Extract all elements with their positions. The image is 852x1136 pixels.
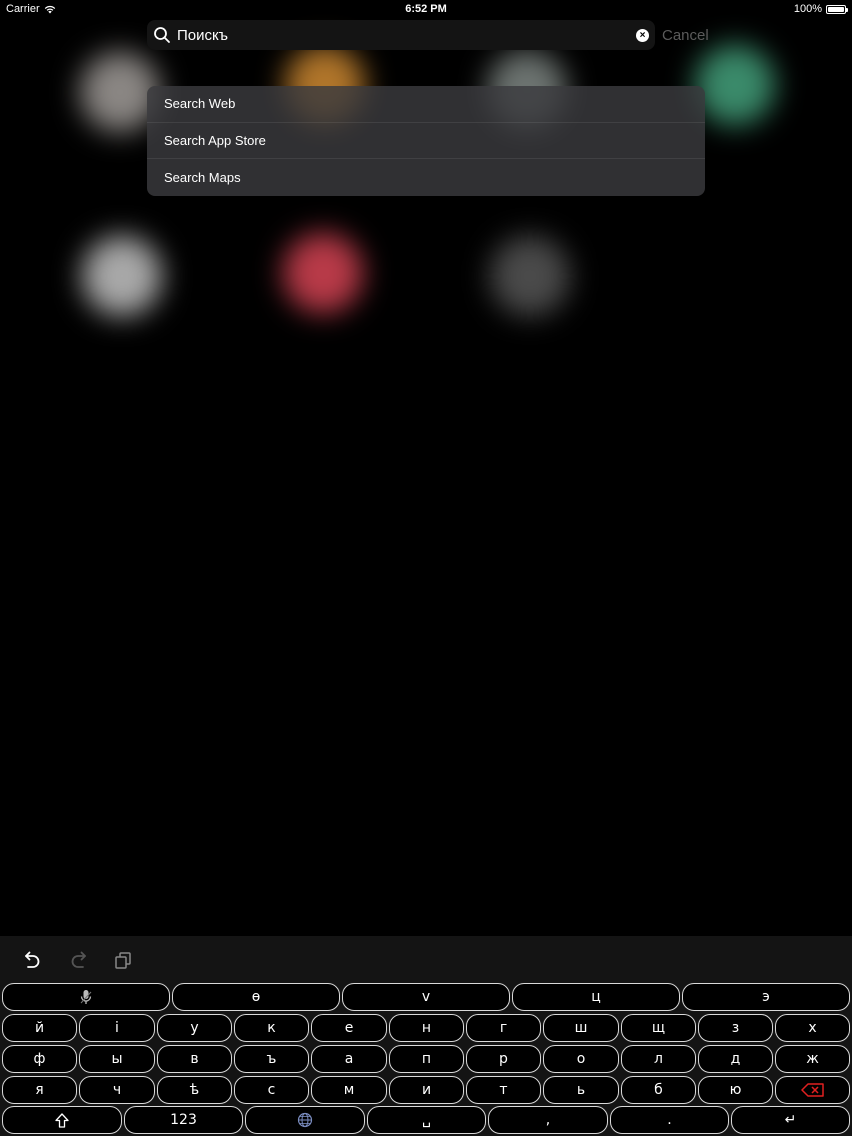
key-letter[interactable]: й (2, 1014, 77, 1042)
key-letter[interactable]: ж (775, 1045, 850, 1073)
key-letter[interactable]: а (311, 1045, 387, 1073)
key-letter[interactable]: л (621, 1045, 696, 1073)
return-key[interactable]: ↵ (731, 1106, 850, 1134)
key-letter[interactable]: к (234, 1014, 309, 1042)
search-input[interactable] (177, 24, 607, 46)
key-letter[interactable]: н (389, 1014, 464, 1042)
shift-key[interactable] (2, 1106, 122, 1134)
key-letter[interactable]: д (698, 1045, 773, 1073)
keyboard-toolbar (0, 936, 852, 982)
status-time: 6:52 PM (405, 3, 447, 15)
blurred-app-icon (283, 233, 363, 313)
suggestion-search-web[interactable]: Search Web (147, 86, 705, 123)
delete-key[interactable] (775, 1076, 850, 1104)
suggestion-search-maps[interactable]: Search Maps (147, 159, 705, 196)
globe-key[interactable] (245, 1106, 365, 1134)
key-letter[interactable]: ы (79, 1045, 155, 1073)
key-letter[interactable]: з (698, 1014, 773, 1042)
key-letter[interactable]: и (389, 1076, 464, 1104)
key-letter[interactable]: ф (2, 1045, 77, 1073)
status-right: 100% (793, 3, 848, 15)
globe-icon (297, 1112, 313, 1128)
undo-icon[interactable] (22, 950, 44, 970)
key-letter[interactable]: с (234, 1076, 309, 1104)
key-letter[interactable]: ѣ (157, 1076, 232, 1104)
battery-percent: 100% (793, 3, 822, 15)
key-letter[interactable]: ч (79, 1076, 155, 1104)
period-key[interactable]: . (610, 1106, 729, 1134)
battery-fill (828, 6, 844, 12)
key-letter[interactable]: ш (543, 1014, 619, 1042)
keyboard: ө v ц э й і у к е н г ш щ з х ф ы в ъ а … (0, 936, 852, 1136)
key-letter[interactable]: ю (698, 1076, 773, 1104)
key-letter[interactable]: і (79, 1014, 155, 1042)
key-letter[interactable]: щ (621, 1014, 696, 1042)
key-letter[interactable]: в (157, 1045, 232, 1073)
clear-icon[interactable]: × (636, 29, 649, 42)
search-icon (154, 27, 170, 43)
shift-icon (55, 1112, 69, 1128)
numbers-key[interactable]: 123 (124, 1106, 243, 1134)
key-letter[interactable]: б (621, 1076, 696, 1104)
key-letter[interactable]: п (389, 1045, 464, 1073)
search-bar[interactable]: × (147, 20, 655, 50)
key-letter[interactable]: г (466, 1014, 541, 1042)
key-letter[interactable]: я (2, 1076, 77, 1104)
blurred-app-icon (695, 45, 775, 125)
key-letter[interactable]: ө (172, 983, 340, 1011)
key-letter[interactable]: м (311, 1076, 387, 1104)
key-letter[interactable]: о (543, 1045, 619, 1073)
blurred-app-icon (490, 236, 570, 316)
space-key[interactable]: ␣ (367, 1106, 486, 1134)
key-letter[interactable]: х (775, 1014, 850, 1042)
key-letter[interactable]: ь (543, 1076, 619, 1104)
cancel-button[interactable]: Cancel (662, 27, 709, 44)
key-letter[interactable]: р (466, 1045, 541, 1073)
microphone-icon (80, 990, 92, 1004)
microphone-key[interactable] (2, 983, 170, 1011)
redo-icon[interactable] (67, 950, 89, 970)
comma-key[interactable]: , (488, 1106, 608, 1134)
key-letter[interactable]: ц (512, 983, 680, 1011)
key-letter[interactable]: ъ (234, 1045, 309, 1073)
copy-icon[interactable] (112, 950, 134, 970)
search-suggestions: Search Web Search App Store Search Maps (147, 86, 705, 196)
battery-icon (826, 4, 848, 14)
key-letter[interactable]: е (311, 1014, 387, 1042)
suggestion-search-app-store[interactable]: Search App Store (147, 123, 705, 160)
key-letter[interactable]: у (157, 1014, 232, 1042)
key-letter[interactable]: э (682, 983, 850, 1011)
blurred-app-icon (82, 236, 162, 316)
status-bar: Carrier 6:52 PM 100% (0, 0, 852, 18)
key-letter[interactable]: v (342, 983, 510, 1011)
delete-icon (800, 1083, 824, 1097)
key-letter[interactable]: т (466, 1076, 541, 1104)
